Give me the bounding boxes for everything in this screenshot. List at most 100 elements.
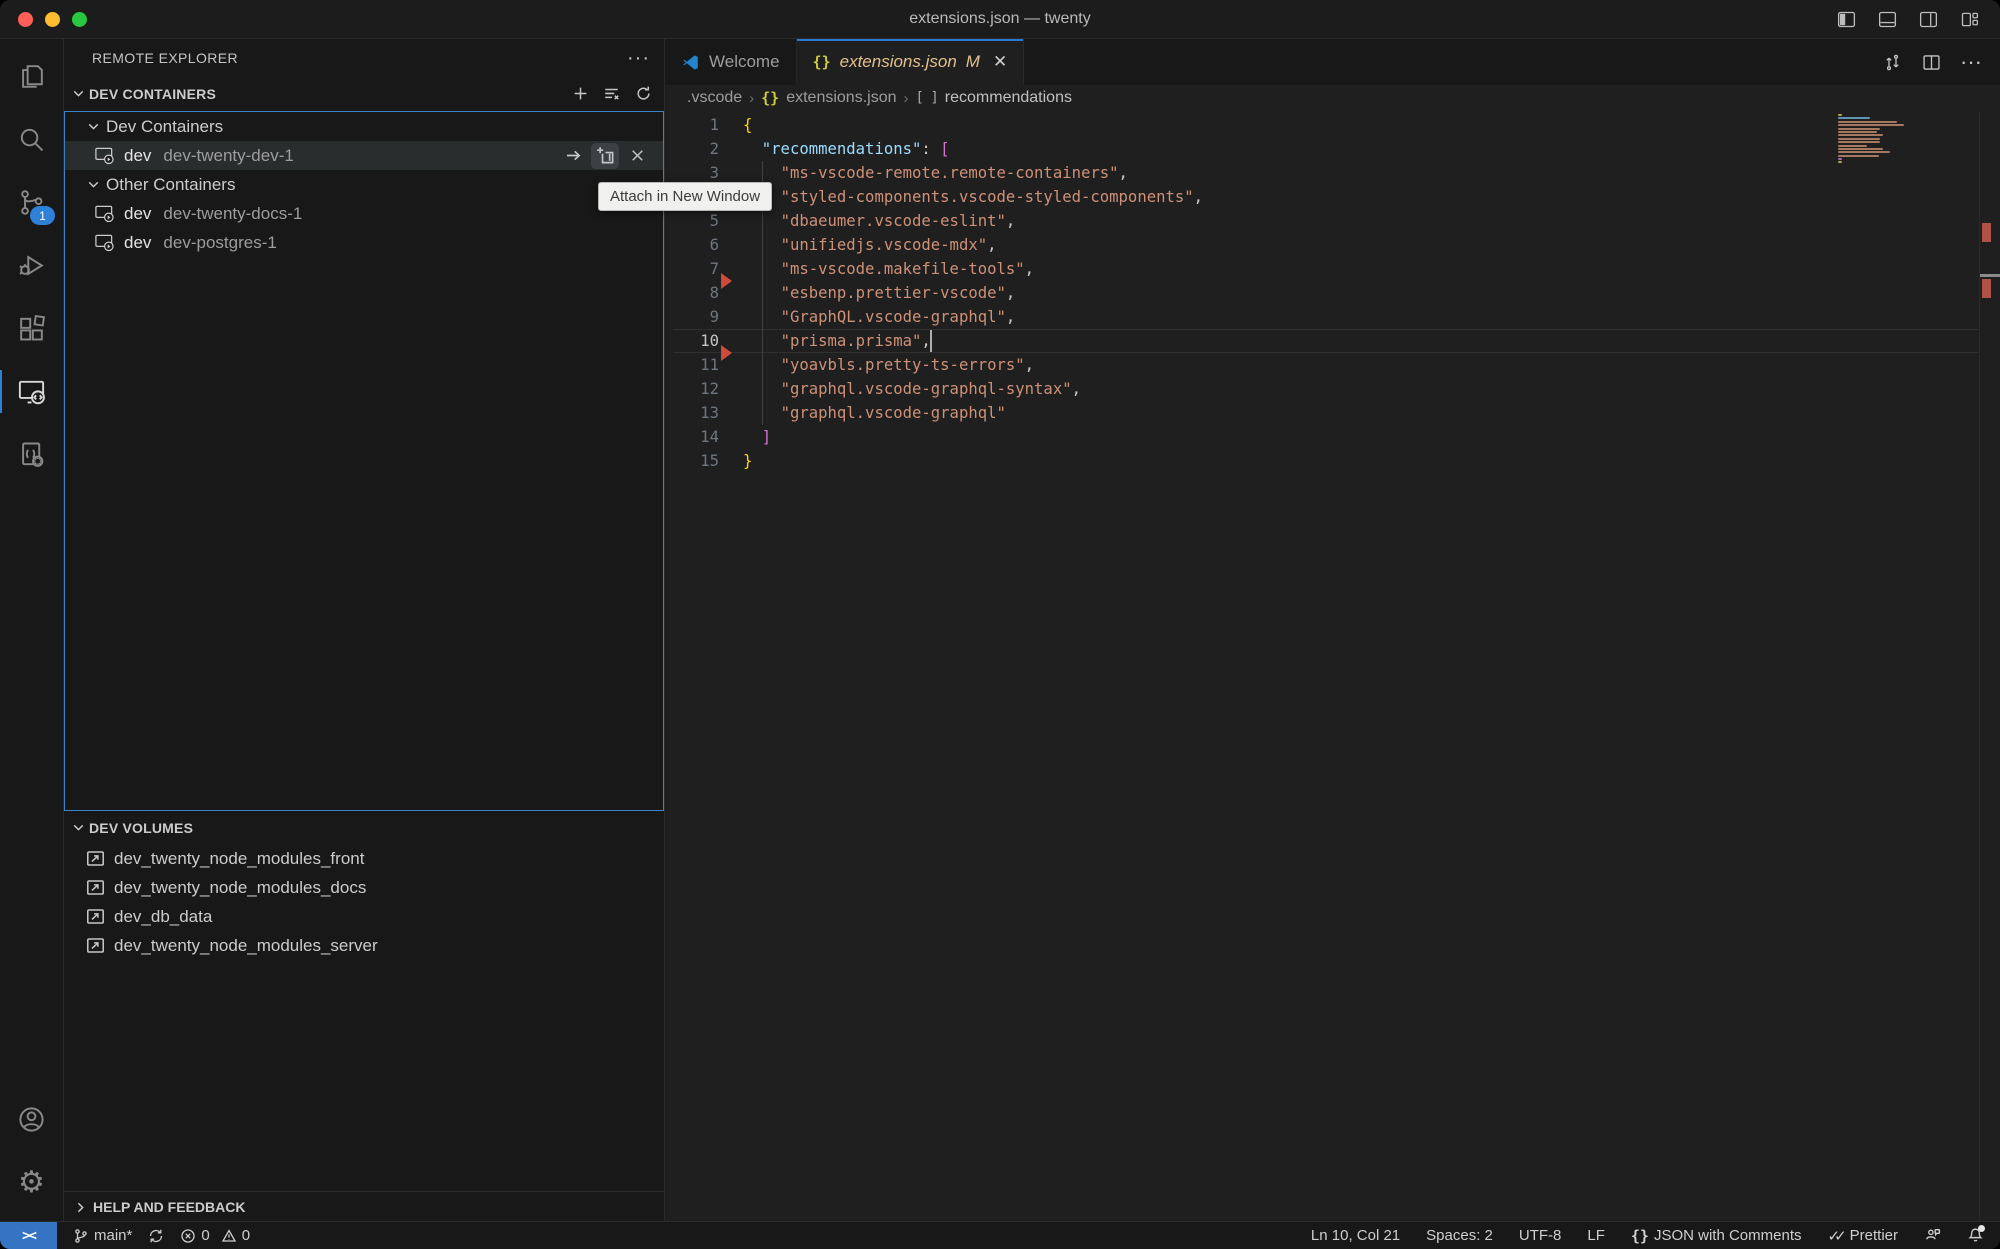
remote-explorer-icon[interactable] — [0, 360, 63, 423]
refresh-icon[interactable] — [635, 85, 652, 102]
code-line: 15} — [665, 449, 2000, 473]
container-row[interactable]: devdev-postgres-1 — [65, 228, 663, 257]
encoding-status[interactable]: UTF-8 — [1519, 1227, 1562, 1244]
minimap-line — [1838, 128, 1880, 130]
line-number: 5 — [665, 209, 719, 233]
sync-changes-button[interactable] — [148, 1228, 164, 1244]
breadcrumb-folder[interactable]: .vscode — [687, 89, 742, 107]
container-row[interactable]: devdev-twenty-docs-1 — [65, 199, 663, 228]
title-bar: extensions.json — twenty — [0, 0, 2000, 39]
code-editor[interactable]: 1{2 "recommendations": [3 "ms-vscode-rem… — [665, 111, 2000, 1222]
toggle-secondary-sidebar-icon[interactable] — [1918, 9, 1939, 30]
notification-dot — [1978, 1225, 1985, 1232]
volume-row[interactable]: dev_twenty_node_modules_server — [64, 931, 664, 960]
code-line: 2 "recommendations": [ — [665, 137, 2000, 161]
accounts-icon[interactable] — [0, 1088, 63, 1151]
tooltip-attach-in-new-window: Attach in New Window — [598, 182, 772, 211]
minimize-window-button[interactable] — [45, 12, 60, 27]
volume-row[interactable]: dev_twenty_node_modules_front — [64, 844, 664, 873]
settings-gear-icon[interactable]: ⚙ — [0, 1151, 63, 1214]
problems-status[interactable]: 0 0 — [180, 1227, 250, 1244]
breadcrumb-separator: › — [904, 90, 909, 107]
line-number: 1 — [665, 113, 719, 137]
branch-icon — [73, 1228, 89, 1244]
minimap-line — [1838, 141, 1880, 143]
breadcrumb-symbol[interactable]: recommendations — [945, 89, 1072, 107]
breadcrumb-file[interactable]: extensions.json — [786, 89, 896, 107]
open-changes-icon[interactable] — [1882, 52, 1903, 73]
dev-volumes-section-header[interactable]: DEV VOLUMES — [64, 811, 664, 844]
split-editor-icon[interactable] — [1921, 52, 1942, 73]
chevron-down-icon — [70, 819, 87, 836]
tree-group-row[interactable]: Dev Containers — [65, 112, 663, 141]
remote-indicator[interactable]: >< — [0, 1222, 57, 1249]
code-line: 6 "unifiedjs.vscode-mdx", — [665, 233, 2000, 257]
editor-more-actions-icon[interactable]: ··· — [1960, 58, 1982, 66]
search-icon[interactable] — [0, 108, 63, 171]
minimap-line — [1838, 148, 1883, 150]
formatter-status[interactable]: ✓✓ Prettier — [1828, 1227, 1899, 1245]
extensions-icon[interactable] — [0, 297, 63, 360]
minimap[interactable] — [1838, 114, 1906, 165]
code-line: 1{ — [665, 113, 2000, 137]
tree-group-row[interactable]: Other Containers — [65, 170, 663, 199]
toggle-primary-sidebar-icon[interactable] — [1836, 9, 1857, 30]
container-running-icon — [93, 232, 116, 253]
notifications-bell-icon[interactable] — [1967, 1227, 1984, 1244]
attach-container-icon[interactable] — [559, 143, 587, 169]
source-control-icon[interactable]: 1 — [0, 171, 63, 234]
minimap-line — [1838, 121, 1897, 123]
attach-in-new-window-icon[interactable] — [591, 143, 619, 169]
volume-icon — [86, 936, 105, 955]
line-number: 15 — [665, 449, 719, 473]
zoom-window-button[interactable] — [72, 12, 87, 27]
json-symbol-icon: {} — [761, 89, 779, 107]
volume-row[interactable]: dev_twenty_node_modules_docs — [64, 873, 664, 902]
tab-welcome[interactable]: Welcome — [665, 39, 797, 85]
sync-icon — [148, 1228, 164, 1244]
chevron-down-icon — [85, 118, 102, 135]
sidebar-more-actions-icon[interactable]: ··· — [627, 53, 650, 63]
toggle-panel-icon[interactable] — [1877, 9, 1898, 30]
window-title: extensions.json — twenty — [0, 10, 2000, 28]
git-branch-status[interactable]: main* — [73, 1227, 132, 1244]
code-line: 9 "GraphQL.vscode-graphql", — [665, 305, 2000, 329]
volume-icon — [86, 849, 105, 868]
container-row[interactable]: devdev-twenty-dev-1 — [65, 141, 663, 170]
add-container-icon[interactable] — [572, 85, 589, 102]
eol-status[interactable]: LF — [1587, 1227, 1605, 1244]
close-window-button[interactable] — [18, 12, 33, 27]
code-line: 4 "styled-components.vscode-styled-compo… — [665, 185, 2000, 209]
vscode-logo-icon — [681, 53, 700, 72]
breadcrumb-separator: › — [749, 90, 754, 107]
current-line-highlight — [673, 329, 1978, 353]
window-controls — [18, 12, 87, 27]
line-number: 11 — [665, 353, 719, 377]
git-deleted-lines-marker — [721, 273, 732, 289]
code-line: 12 "graphql.vscode-graphql-syntax", — [665, 377, 2000, 401]
containers-config-icon[interactable] — [0, 423, 63, 486]
customize-layout-icon[interactable] — [1959, 9, 1980, 30]
feedback-icon[interactable] — [1924, 1227, 1941, 1244]
ruler-cursor-line — [1980, 274, 2000, 277]
tab-extensions-json[interactable]: {} extensions.json M ✕ — [797, 39, 1025, 85]
remove-container-icon[interactable] — [623, 143, 651, 169]
language-mode-status[interactable]: {} JSON with Comments — [1631, 1227, 1802, 1245]
editor-group: Welcome {} extensions.json M ✕ ··· — [665, 39, 2000, 1222]
array-symbol-icon: [ ] — [916, 90, 938, 106]
explorer-icon[interactable] — [0, 45, 63, 108]
dev-containers-section-header[interactable]: DEV CONTAINERS — [64, 76, 664, 111]
container-running-icon — [93, 145, 116, 166]
line-number: 8 — [665, 281, 719, 305]
clear-list-icon[interactable] — [603, 85, 621, 103]
code-line: 11 "yoavbls.pretty-ts-errors", — [665, 353, 2000, 377]
breadcrumbs: .vscode › {} extensions.json › [ ] recom… — [665, 85, 2000, 111]
cursor-position-status[interactable]: Ln 10, Col 21 — [1311, 1227, 1400, 1244]
indentation-status[interactable]: Spaces: 2 — [1426, 1227, 1493, 1244]
help-and-feedback-section-header[interactable]: HELP AND FEEDBACK — [64, 1191, 664, 1222]
volume-row[interactable]: dev_db_data — [64, 902, 664, 931]
run-debug-icon[interactable] — [0, 234, 63, 297]
close-tab-icon[interactable]: ✕ — [993, 52, 1007, 72]
minimap-line — [1838, 158, 1842, 160]
scm-badge: 1 — [30, 206, 55, 225]
